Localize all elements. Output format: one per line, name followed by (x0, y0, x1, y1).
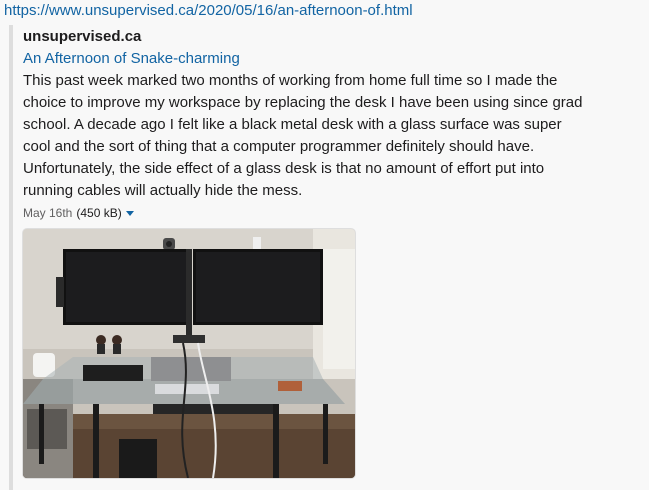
message-link[interactable]: https://www.unsupervised.ca/2020/05/16/a… (4, 1, 413, 21)
site-name: unsupervised.ca (23, 28, 142, 45)
caret-down-icon[interactable] (125, 210, 134, 216)
article-title-link[interactable]: An Afternoon of Snake-charming (23, 48, 633, 70)
unfurl-body: unsupervised.ca An Afternoon of Snake-ch… (23, 25, 633, 478)
link-unfurl-attachment: unsupervised.ca An Afternoon of Snake-ch… (9, 25, 643, 490)
image-size: (450 kB) (76, 206, 122, 220)
preview-image[interactable] (23, 229, 355, 478)
article-description: This past week marked two months of work… (23, 72, 583, 199)
image-date: May 16th (23, 206, 73, 220)
image-meta: May 16th (450 kB) (23, 204, 633, 222)
desk-photo-illustration (23, 229, 355, 478)
